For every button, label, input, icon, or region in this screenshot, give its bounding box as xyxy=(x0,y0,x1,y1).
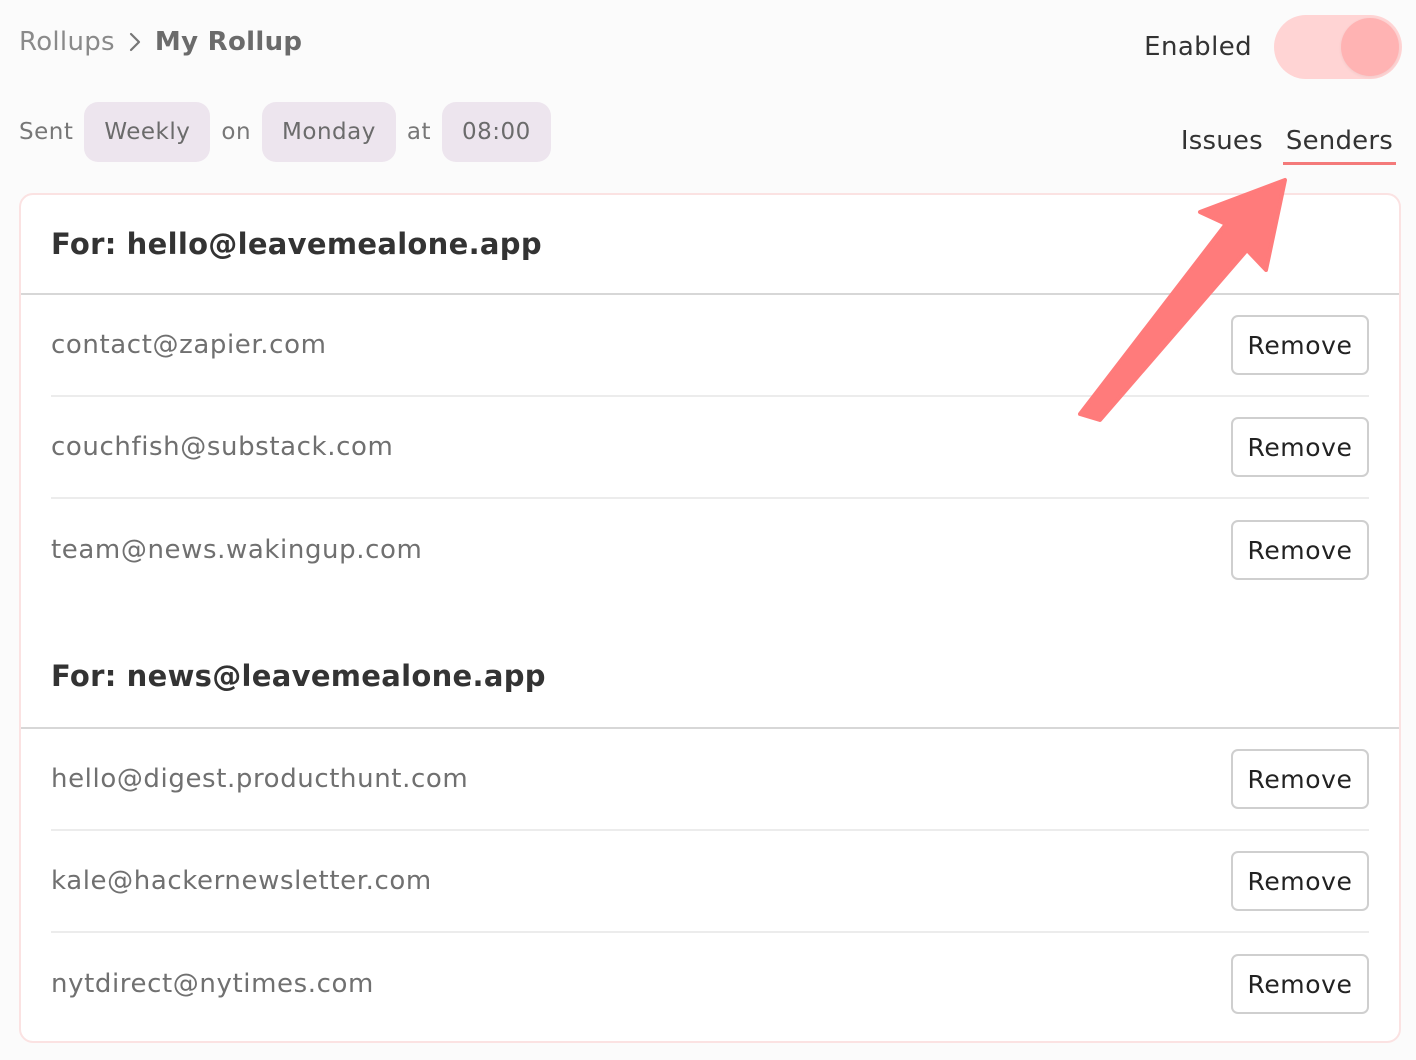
remove-button[interactable]: Remove xyxy=(1231,749,1369,809)
breadcrumb-current: My Rollup xyxy=(154,27,303,57)
schedule-row: Sent Weekly on Monday at 08:00 xyxy=(19,102,562,162)
tab-senders[interactable]: Senders xyxy=(1282,124,1396,165)
sender-email: kale@hackernewsletter.com xyxy=(51,866,432,896)
frequency-select[interactable]: Weekly xyxy=(84,102,211,162)
remove-button[interactable]: Remove xyxy=(1231,954,1369,1014)
on-label: on xyxy=(221,119,252,145)
remove-button[interactable]: Remove xyxy=(1231,851,1369,911)
sender-row: hello@digest.producthunt.com Remove xyxy=(51,729,1369,831)
sender-list: hello@digest.producthunt.com Remove kale… xyxy=(21,729,1399,1035)
toggle-knob xyxy=(1341,18,1399,76)
sender-row: team@news.wakingup.com Remove xyxy=(51,499,1369,601)
breadcrumb-rollups-link[interactable]: Rollups xyxy=(19,27,115,57)
group-header: For: hello@leavemealone.app xyxy=(21,195,1399,295)
sender-row: nytdirect@nytimes.com Remove xyxy=(51,933,1369,1035)
sender-row: couchfish@substack.com Remove xyxy=(51,397,1369,499)
at-label: at xyxy=(406,119,431,145)
senders-card: For: hello@leavemealone.app contact@zapi… xyxy=(19,193,1401,1043)
sent-label: Sent xyxy=(19,119,74,145)
sender-list: contact@zapier.com Remove couchfish@subs… xyxy=(21,295,1399,601)
enabled-toggle-group: Enabled xyxy=(1144,15,1402,79)
enabled-toggle[interactable] xyxy=(1274,15,1402,79)
remove-button[interactable]: Remove xyxy=(1231,417,1369,477)
sender-email: team@news.wakingup.com xyxy=(51,535,423,565)
sender-row: kale@hackernewsletter.com Remove xyxy=(51,831,1369,933)
day-select[interactable]: Monday xyxy=(262,102,396,162)
rollup-page: Rollups My Rollup Enabled Sent Weekly on… xyxy=(0,0,1416,1060)
chevron-right-icon xyxy=(115,24,155,60)
group-header: For: news@leavemealone.app xyxy=(21,623,1399,729)
sender-email: nytdirect@nytimes.com xyxy=(51,969,374,999)
group-email: news@leavemealone.app xyxy=(126,659,546,693)
sender-email: contact@zapier.com xyxy=(51,330,327,360)
breadcrumb: Rollups My Rollup xyxy=(19,24,302,60)
sender-row: contact@zapier.com Remove xyxy=(51,295,1369,397)
sender-email: couchfish@substack.com xyxy=(51,432,394,462)
remove-button[interactable]: Remove xyxy=(1231,315,1369,375)
tabs: Issues Senders xyxy=(1161,124,1396,165)
tab-issues[interactable]: Issues xyxy=(1178,124,1266,162)
group-email: hello@leavemealone.app xyxy=(126,227,542,261)
remove-button[interactable]: Remove xyxy=(1231,520,1369,580)
group-prefix: For: xyxy=(51,227,117,261)
time-select[interactable]: 08:00 xyxy=(441,102,551,162)
group-prefix: For: xyxy=(51,659,117,693)
enabled-label: Enabled xyxy=(1144,32,1252,62)
sender-email: hello@digest.producthunt.com xyxy=(51,764,469,794)
